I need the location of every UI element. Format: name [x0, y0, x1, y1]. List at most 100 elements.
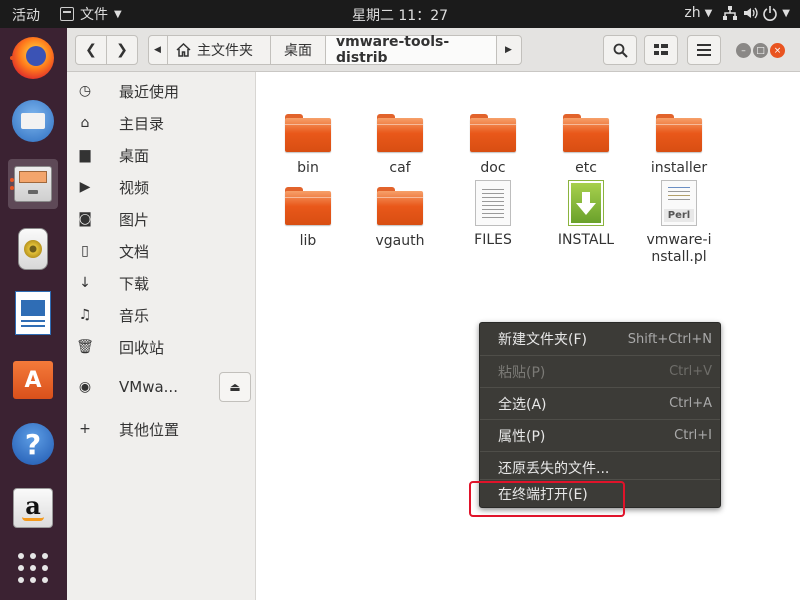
menu-item-select-all[interactable]: 全选(A) Ctrl+A	[480, 387, 720, 419]
folder-icon	[470, 114, 516, 154]
disc-icon: ◉	[78, 379, 92, 395]
file-name: vmware-install.pl	[646, 232, 712, 265]
file-item-doc[interactable]: doc	[453, 114, 533, 177]
close-icon: ×	[773, 45, 782, 56]
file-cabinet-icon	[14, 166, 52, 202]
menu-item-label: 还原丢失的文件...	[498, 460, 610, 477]
input-method-label: zh	[684, 5, 701, 21]
sidebar-item-desktop[interactable]: ▆ 桌面	[67, 139, 256, 171]
menu-item-label: 全选(A)	[498, 396, 547, 413]
search-button[interactable]	[603, 35, 637, 65]
perl-script-icon: Perl	[661, 180, 697, 226]
sidebar-item-label: VMwa...	[119, 378, 178, 396]
file-name: installer	[650, 160, 708, 176]
file-item-caf[interactable]: caf	[360, 114, 440, 177]
menu-item-paste[interactable]: 粘贴(P) Ctrl+V	[480, 355, 720, 387]
home-icon: ⌂	[80, 115, 90, 131]
breadcrumb-label: 桌面	[284, 43, 312, 59]
eject-button[interactable]: ⏏	[219, 372, 251, 402]
app-menu-button[interactable]: 文件 ▼	[60, 4, 122, 24]
app-grid-icon	[18, 553, 48, 583]
install-file-icon	[568, 180, 604, 226]
activities-button[interactable]: 活动	[12, 5, 40, 25]
trash-icon: 🗑︎	[76, 339, 94, 355]
rhythmbox-launcher[interactable]	[8, 224, 58, 274]
minimize-icon: –	[741, 45, 746, 56]
thunderbird-icon	[12, 100, 54, 142]
network-icon	[723, 6, 738, 20]
system-menu[interactable]: ▼	[722, 5, 790, 21]
breadcrumb-home[interactable]: 主文件夹	[167, 35, 271, 65]
sidebar-item-label: 回收站	[119, 338, 165, 357]
file-item-install[interactable]: INSTALL	[546, 180, 626, 249]
menu-button[interactable]	[687, 35, 721, 65]
chevron-left-icon: ❮	[85, 42, 97, 58]
menu-item-accelerator: Ctrl+A	[669, 396, 712, 411]
show-applications-button[interactable]	[8, 543, 58, 593]
ubuntu-software-launcher[interactable]: A	[8, 355, 58, 405]
file-item-lib[interactable]: lib	[268, 187, 348, 250]
path-scroll-right-button[interactable]: ▶	[496, 35, 522, 65]
file-item-bin[interactable]: bin	[268, 114, 348, 177]
file-item-vgauth[interactable]: vgauth	[360, 187, 440, 250]
menu-item-new-folder[interactable]: 新建文件夹(F) Shift+Ctrl+N	[480, 323, 720, 355]
sidebar-item-music[interactable]: ♫ 音乐	[67, 299, 256, 331]
folder-icon	[656, 114, 702, 154]
writer-document-icon	[15, 291, 51, 335]
chevron-down-icon: ▼	[114, 8, 122, 20]
clock[interactable]: 星期二 11：27	[352, 8, 448, 24]
menu-item-accelerator: Ctrl+V	[669, 364, 712, 379]
sidebar-item-pictures[interactable]: ◙ 图片	[67, 203, 256, 235]
firefox-icon	[12, 37, 54, 79]
sidebar-item-label: 视频	[119, 178, 150, 197]
video-icon: ▶	[79, 179, 91, 195]
file-item-installer[interactable]: installer	[639, 114, 719, 177]
close-button[interactable]: ×	[770, 43, 785, 58]
sidebar-item-trash[interactable]: 🗑︎ 回收站	[67, 331, 256, 363]
sidebar-item-other-locations[interactable]: + 其他位置	[67, 413, 256, 445]
file-name: lib	[299, 233, 317, 249]
breadcrumb-label: vmware-tools-distrib	[336, 34, 450, 66]
file-item-vmware-install[interactable]: Perl vmware-install.pl	[639, 180, 719, 266]
chevron-down-icon: ▼	[704, 7, 713, 19]
maximize-icon: □	[756, 45, 765, 56]
help-launcher[interactable]: ?	[8, 419, 58, 469]
top-bar: 活动 文件 ▼ 星期二 11：27 zh ▼ ▼	[0, 0, 800, 28]
breadcrumb-current[interactable]: vmware-tools-distrib	[325, 34, 497, 66]
triangle-right-icon: ▶	[505, 45, 512, 55]
file-item-files[interactable]: FILES	[453, 180, 533, 249]
breadcrumb-desktop[interactable]: 桌面	[270, 35, 326, 65]
menu-item-properties[interactable]: 属性(P) Ctrl+I	[480, 419, 720, 451]
places-sidebar: ◷ 最近使用 ⌂ 主目录 ▆ 桌面 ▶ 视频 ◙ 图片 ▯ 文档 ↓ 下载 ♫	[67, 72, 256, 600]
firefox-launcher[interactable]	[8, 33, 58, 83]
hamburger-menu-icon	[697, 44, 711, 56]
path-scroll-left-button[interactable]: ◀	[148, 35, 168, 65]
sidebar-item-label: 文档	[119, 242, 150, 261]
chevron-down-icon: ▼	[782, 7, 790, 19]
sidebar-item-recent[interactable]: ◷ 最近使用	[67, 75, 256, 107]
sidebar-item-label: 桌面	[119, 146, 150, 165]
home-icon	[176, 43, 191, 57]
input-method-menu[interactable]: zh ▼	[684, 5, 712, 21]
document-icon: ▯	[81, 243, 89, 259]
file-item-etc[interactable]: etc	[546, 114, 626, 177]
view-toggle-button[interactable]	[644, 35, 678, 65]
forward-button[interactable]: ❯	[106, 35, 138, 65]
sidebar-item-home[interactable]: ⌂ 主目录	[67, 107, 256, 139]
file-name: doc	[480, 160, 506, 176]
sidebar-item-label: 其他位置	[119, 420, 180, 439]
folder-icon	[377, 114, 423, 154]
menu-item-label: 新建文件夹(F)	[498, 332, 587, 348]
maximize-button[interactable]: □	[753, 43, 768, 58]
minimize-button[interactable]: –	[736, 43, 751, 58]
sidebar-item-videos[interactable]: ▶ 视频	[67, 171, 256, 203]
files-launcher[interactable]	[8, 159, 58, 209]
amazon-launcher[interactable]: a	[8, 483, 58, 533]
thunderbird-launcher[interactable]	[8, 96, 58, 146]
back-button[interactable]: ❮	[75, 35, 107, 65]
search-icon	[613, 43, 628, 58]
libreoffice-writer-launcher[interactable]	[8, 288, 58, 338]
amazon-icon: a	[13, 488, 53, 528]
sidebar-item-downloads[interactable]: ↓ 下载	[67, 267, 256, 299]
sidebar-item-documents[interactable]: ▯ 文档	[67, 235, 256, 267]
